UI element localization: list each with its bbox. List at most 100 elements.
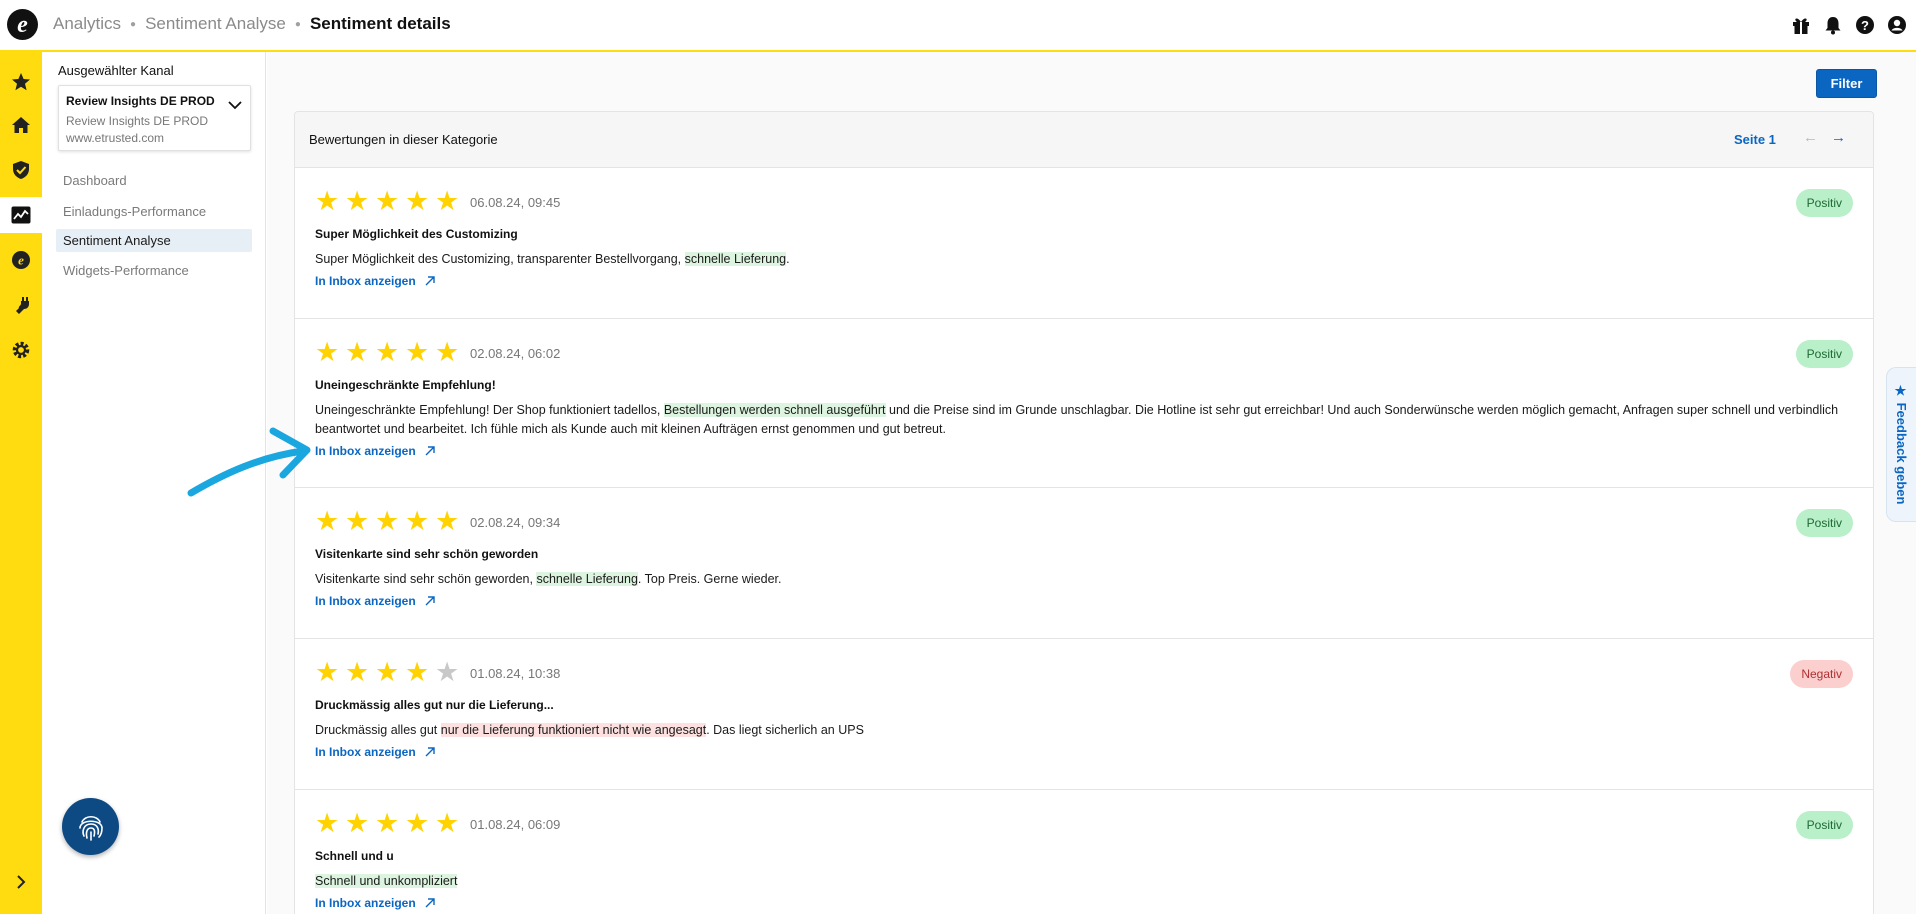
sidebar-item-einladungs-performance[interactable]: Einladungs-Performance <box>56 200 252 223</box>
next-page-arrow-icon[interactable]: → <box>1831 129 1846 146</box>
chevron-right-icon[interactable] <box>0 864 42 900</box>
review-title: Schnell und u <box>315 849 394 863</box>
feedback-tab[interactable]: ★ Feedback geben <box>1886 367 1916 522</box>
review-item: ★ ★ ★ ★ ★ 01.08.24, 10:38 Druckmässig alles … <box>295 639 1873 790</box>
fingerprint-icon <box>78 815 103 841</box>
review-item: ★ ★ ★ ★ ★ 02.08.24, 06:02 Uneingeschränkte E… <box>295 319 1873 488</box>
star-icon: ★ <box>405 186 430 216</box>
reviews-card: Bewertungen in dieser Kategorie Seite 1 … <box>294 111 1874 914</box>
review-date: 01.08.24, 10:38 <box>470 666 561 681</box>
app-rail: e <box>0 52 42 914</box>
help-icon[interactable]: ? <box>1854 14 1876 36</box>
star-icon: ★ <box>375 808 400 838</box>
star-icon: ★ <box>405 657 430 687</box>
star-icon: ★ <box>345 808 370 838</box>
sentiment-badge: Positiv <box>1795 509 1853 537</box>
home-icon[interactable] <box>0 107 42 143</box>
star-icon: ★ <box>345 506 370 536</box>
svg-text:?: ? <box>1861 18 1869 33</box>
review-title: Druckmässig alles gut nur die Lieferung.… <box>315 698 554 712</box>
sentiment-badge: Positiv <box>1795 811 1853 839</box>
previous-page-arrow-icon[interactable]: ← <box>1803 129 1818 146</box>
selected-channel-label: Ausgewählter Kanal <box>58 63 174 78</box>
star-icon: ★ <box>405 808 430 838</box>
breadcrumb-analytics[interactable]: Analytics <box>53 14 121 34</box>
star-icon: ★ <box>405 506 430 536</box>
star-icon: ★ <box>345 186 370 216</box>
etrusted-coin-icon[interactable]: e <box>0 242 42 278</box>
channel-select[interactable]: Review Insights DE PROD Review Insights … <box>58 85 251 151</box>
filter-button[interactable]: Filter <box>1816 69 1877 98</box>
star-rating: ★ ★ ★ ★ ★ <box>315 506 460 536</box>
svg-text:e: e <box>18 253 24 268</box>
star-icon: ★ <box>315 337 340 367</box>
external-link-icon <box>425 747 435 757</box>
sentiment-highlight: Bestellungen werden schnell ausgeführt <box>663 403 886 417</box>
sentiment-badge: Positiv <box>1795 340 1853 368</box>
star-icon: ★ <box>375 337 400 367</box>
star-icon: ★ <box>435 808 460 838</box>
star-empty-icon: ★ <box>435 657 460 687</box>
review-item: ★ ★ ★ ★ ★ 06.08.24, 09:45 Super Möglichkeit … <box>295 168 1873 319</box>
external-link-icon <box>425 596 435 606</box>
chevron-down-icon <box>228 97 242 115</box>
star-rating: ★ ★ ★ ★ ★ <box>315 657 460 687</box>
sentiment-highlight: nur die Lieferung funktioniert nicht wie… <box>440 723 707 737</box>
sentiment-badge: Negativ <box>1790 660 1853 688</box>
external-link-icon <box>425 276 435 286</box>
sidebar-item-sentiment-analyse[interactable]: Sentiment Analyse <box>56 229 252 252</box>
view-in-inbox-link[interactable]: In Inbox anzeigen <box>315 274 436 288</box>
sentiment-highlight: Schnell und unkompliziert <box>315 874 458 888</box>
star-icon: ★ <box>435 186 460 216</box>
breadcrumb: Analytics ● Sentiment Analyse ● Sentimen… <box>53 14 451 34</box>
star-icon: ★ <box>405 337 430 367</box>
sentiment-highlight: schnelle Lieferung <box>684 252 787 266</box>
breadcrumb-separator-icon: ● <box>294 18 301 30</box>
breadcrumb-separator-icon: ● <box>130 18 137 30</box>
external-link-icon <box>425 446 435 456</box>
star-icon: ★ <box>315 657 340 687</box>
star-icon: ★ <box>315 186 340 216</box>
gift-icon[interactable] <box>1790 14 1812 36</box>
star-icon: ★ <box>315 506 340 536</box>
channel-name: Review Insights DE PROD <box>66 94 215 108</box>
sidebar-item-widgets-performance[interactable]: Widgets-Performance <box>56 259 252 282</box>
sentiment-highlight: schnelle Lieferung <box>536 572 638 586</box>
star-icon: ★ <box>375 657 400 687</box>
annotation-arrow-icon <box>187 427 311 497</box>
star-icon: ★ <box>375 506 400 536</box>
star-icon: ★ <box>435 506 460 536</box>
star-icon: ★ <box>315 808 340 838</box>
star-icon[interactable] <box>0 64 42 100</box>
star-icon: ★ <box>345 657 370 687</box>
review-text: Visitenkarte sind sehr schön geworden, s… <box>315 572 782 586</box>
breadcrumb-sentiment-analyse[interactable]: Sentiment Analyse <box>145 14 286 34</box>
fingerprint-button[interactable] <box>62 798 119 855</box>
channel-subtitle: Review Insights DE PROD <box>66 114 209 128</box>
user-icon[interactable] <box>1886 14 1908 36</box>
view-in-inbox-link[interactable]: In Inbox anzeigen <box>315 444 436 458</box>
reviews-card-header: Bewertungen in dieser Kategorie Seite 1 … <box>295 112 1873 168</box>
sidebar-item-dashboard[interactable]: Dashboard <box>56 169 252 192</box>
review-date: 01.08.24, 06:09 <box>470 817 561 832</box>
plug-icon[interactable] <box>0 287 42 323</box>
shield-check-icon[interactable] <box>0 152 42 188</box>
review-date: 06.08.24, 09:45 <box>470 195 561 210</box>
review-item: ★ ★ ★ ★ ★ 02.08.24, 09:34 Visitenkarte sind … <box>295 488 1873 639</box>
review-text: Schnell und unkompliziert <box>315 872 1855 891</box>
feedback-label: ★ Feedback geben <box>1894 384 1909 505</box>
bell-icon[interactable] <box>1822 14 1844 36</box>
review-text: Uneingeschränkte Empfehlung! Der Shop fu… <box>315 403 1839 436</box>
page-title: Sentiment details <box>309 14 451 33</box>
view-in-inbox-link[interactable]: In Inbox anzeigen <box>315 745 436 759</box>
analytics-chart-icon[interactable] <box>0 197 42 233</box>
reviews-card-title: Bewertungen in dieser Kategorie <box>309 132 498 147</box>
star-rating: ★ ★ ★ ★ ★ <box>315 808 460 838</box>
external-link-icon <box>425 898 435 908</box>
view-in-inbox-link[interactable]: In Inbox anzeigen <box>315 896 436 910</box>
review-title: Super Möglichkeit des Customizing <box>315 227 518 241</box>
star-rating: ★ ★ ★ ★ ★ <box>315 186 460 216</box>
etrusted-logo[interactable]: e <box>7 9 38 40</box>
view-in-inbox-link[interactable]: In Inbox anzeigen <box>315 594 436 608</box>
gear-icon[interactable] <box>0 332 42 368</box>
